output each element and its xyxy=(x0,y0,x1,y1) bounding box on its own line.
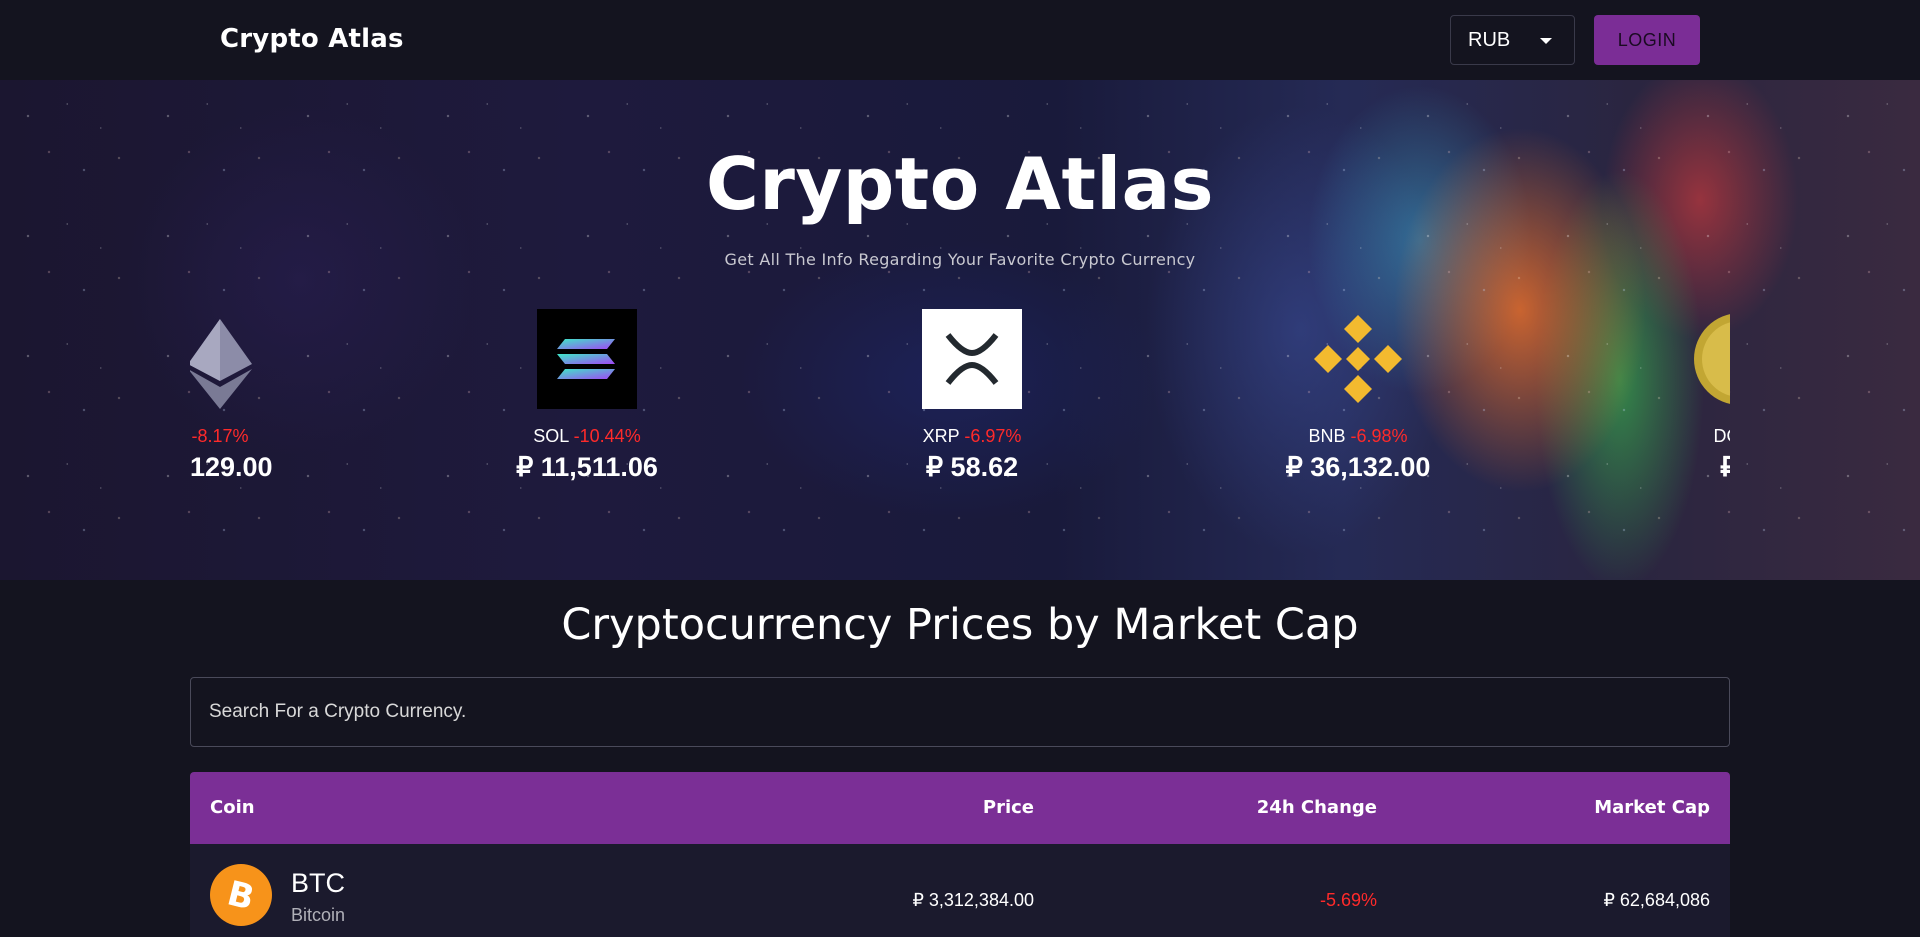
currency-select[interactable]: RUB xyxy=(1450,15,1575,65)
carousel-item-price: ₽ 11,511.06 xyxy=(516,452,658,482)
dogecoin-icon xyxy=(1694,314,1730,404)
market-section-title: Cryptocurrency Prices by Market Cap xyxy=(561,600,1359,650)
carousel-item-label: SOL -10.44% xyxy=(533,426,641,446)
column-header-change[interactable]: 24h Change xyxy=(1257,797,1377,818)
ethereum-icon xyxy=(190,319,252,409)
carousel-item[interactable]: XRP -6.97% ₽ 58.62 xyxy=(842,309,1102,509)
column-header-price[interactable]: Price xyxy=(983,797,1034,818)
solana-icon xyxy=(537,309,637,409)
carousel-item[interactable]: SOL -10.44% ₽ 11,511.06 xyxy=(457,309,717,509)
xrp-icon xyxy=(922,309,1022,409)
coin-24h-change: -5.69% xyxy=(1319,890,1377,910)
hero-banner: Crypto Atlas Get All The Info Regarding … xyxy=(0,80,1920,580)
carousel-item-price: 5,129.00 xyxy=(190,452,273,482)
bnb-icon xyxy=(1314,315,1402,403)
carousel-item-label: -8.17% xyxy=(191,426,249,446)
bitcoin-icon: B xyxy=(210,864,272,926)
brand-title[interactable]: Crypto Atlas xyxy=(220,24,404,54)
carousel-item-label: BNB -6.98% xyxy=(1308,426,1408,446)
table-header: Coin Price 24h Change Market Cap xyxy=(190,772,1730,844)
caret-down-icon xyxy=(1540,38,1552,44)
coin-market-cap: ₽ 62,684,086 xyxy=(1603,890,1710,910)
carousel-item[interactable]: DOGE ₽ 1 xyxy=(1610,309,1730,509)
column-header-market-cap[interactable]: Market Cap xyxy=(1594,797,1710,818)
table-row[interactable]: B BTC Bitcoin ₽ 3,312,384.00 -5.69% ₽ 62… xyxy=(190,844,1730,937)
coin-name: Bitcoin xyxy=(291,905,346,925)
carousel-item-price: ₽ 1 xyxy=(1720,452,1730,482)
column-header-coin[interactable]: Coin xyxy=(210,797,255,818)
carousel-item-price: ₽ 36,132.00 xyxy=(1285,452,1431,482)
hero-subtitle: Get All The Info Regarding Your Favorite… xyxy=(724,250,1196,269)
login-button[interactable]: LOGIN xyxy=(1594,15,1700,65)
currency-value: RUB xyxy=(1468,28,1511,51)
coin-symbol: BTC xyxy=(291,868,345,898)
top-navbar: Crypto Atlas RUB LOGIN xyxy=(0,0,1920,80)
trending-carousel: -8.17% 5,129.00 SOL -10.44% xyxy=(190,309,1730,509)
carousel-item-label: XRP -6.97% xyxy=(922,426,1022,446)
carousel-item[interactable]: BNB -6.98% ₽ 36,132.00 xyxy=(1228,309,1488,509)
coin-price: ₽ 3,312,384.00 xyxy=(912,890,1034,910)
carousel-item[interactable]: -8.17% 5,129.00 xyxy=(190,309,350,509)
carousel-item-price: ₽ 58.62 xyxy=(925,452,1019,482)
hero-title: Crypto Atlas xyxy=(705,142,1215,226)
search-input[interactable] xyxy=(190,677,1730,747)
carousel-item-label: DOGE xyxy=(1713,426,1730,446)
